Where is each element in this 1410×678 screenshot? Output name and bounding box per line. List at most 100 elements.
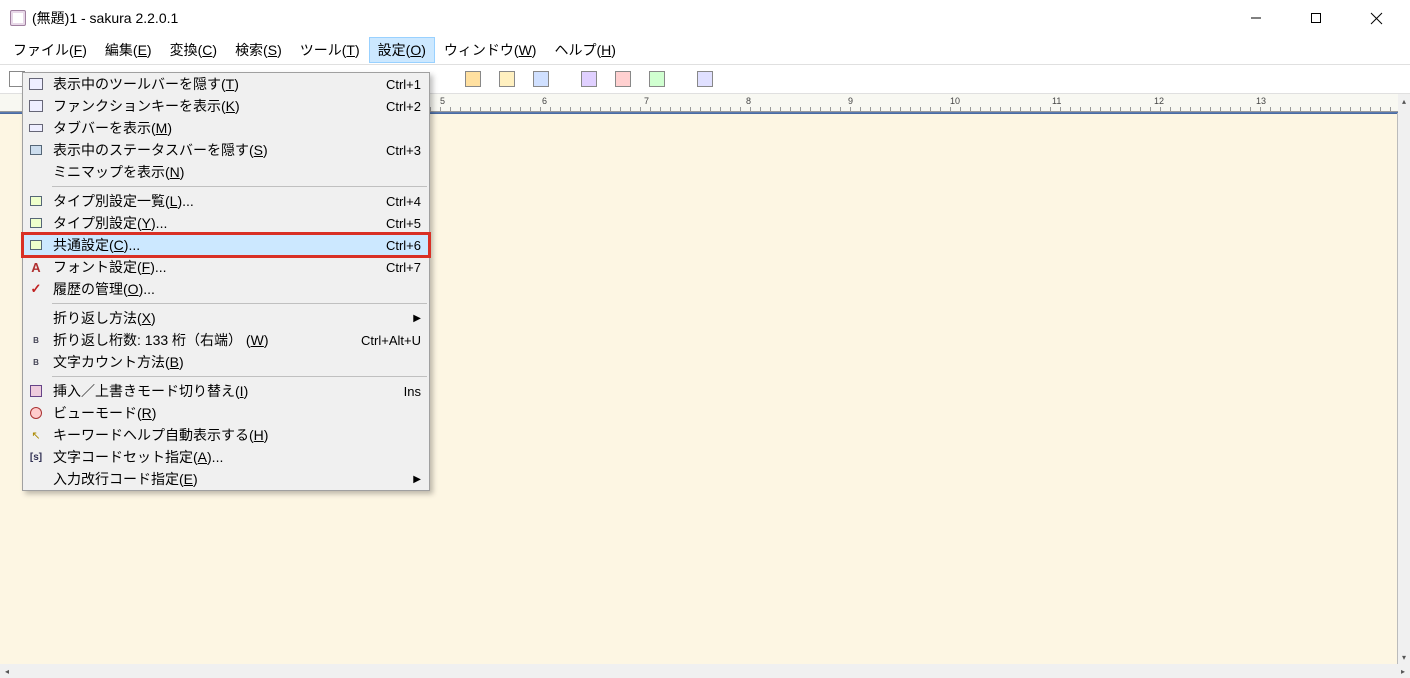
menu-item-8[interactable]: 共通設定(C)...Ctrl+6	[23, 234, 429, 256]
menu-item-label: キーワードヘルプ自動表示する(H)	[53, 425, 421, 445]
insert-mode-icon	[28, 383, 44, 399]
menu-item-7[interactable]: タイプ別設定(Y)...Ctrl+5	[23, 212, 429, 234]
font-icon: A	[28, 259, 44, 275]
settings-icon	[28, 193, 44, 209]
toolbar-icon-3[interactable]	[528, 67, 554, 91]
menu-item-17[interactable]: ビューモード(R)	[23, 402, 429, 424]
settings-icon	[28, 215, 44, 231]
menu-item-13[interactable]: B 折り返し桁数: 133 桁（右端） (W)Ctrl+Alt+U	[23, 329, 429, 351]
menu-item-19[interactable]: [s] 文字コードセット指定(A)...	[23, 446, 429, 468]
menu-item-label: タイプ別設定(Y)...	[53, 213, 386, 233]
settings-menu-dropdown: 表示中のツールバーを隠す(T)Ctrl+1ファンクションキーを表示(K)Ctrl…	[22, 72, 430, 491]
scroll-right-icon[interactable]: ▸	[1396, 664, 1410, 678]
statusbar-icon	[28, 142, 44, 158]
menu-separator	[52, 186, 427, 187]
ruler-mark: 13	[1256, 96, 1266, 106]
menu-item-20[interactable]: 入力改行コード指定(E)▶	[23, 468, 429, 490]
menu-shortcut: Ins	[404, 384, 421, 399]
toolbar-icon-6[interactable]	[644, 67, 670, 91]
menu-w[interactable]: ウィンドウ(W)	[435, 37, 546, 63]
ruler-mark: 6	[542, 96, 547, 106]
byte-icon: B	[28, 354, 44, 370]
menu-shortcut: Ctrl+5	[386, 216, 421, 231]
charset-icon: [s]	[28, 449, 44, 465]
menu-item-18[interactable]: ↖ キーワードヘルプ自動表示する(H)	[23, 424, 429, 446]
toolbar-icon-1[interactable]	[460, 67, 486, 91]
menu-shortcut: Ctrl+6	[386, 238, 421, 253]
menu-item-label: 入力改行コード指定(E)	[53, 469, 421, 489]
close-button[interactable]	[1346, 0, 1406, 36]
menu-item-label: 履歴の管理(O)...	[53, 279, 421, 299]
menu-item-label: 表示中のステータスバーを隠す(S)	[53, 140, 386, 160]
submenu-arrow-icon: ▶	[413, 313, 421, 324]
byte-icon: B	[28, 332, 44, 348]
menu-item-label: 折り返し方法(X)	[53, 308, 421, 328]
menu-shortcut: Ctrl+1	[386, 77, 421, 92]
check-icon: ✓	[28, 281, 44, 297]
menu-e[interactable]: 編集(E)	[96, 37, 161, 63]
scroll-down-icon[interactable]: ▾	[1398, 650, 1410, 664]
menu-item-9[interactable]: A フォント設定(F)...Ctrl+7	[23, 256, 429, 278]
toolbar-toggle-icon	[28, 76, 44, 92]
menu-item-label: タブバーを表示(M)	[53, 118, 421, 138]
ruler-mark: 11	[1052, 96, 1061, 106]
toolbar-icon-4[interactable]	[576, 67, 602, 91]
menu-c[interactable]: 変換(C)	[161, 37, 226, 63]
menu-item-label: ファンクションキーを表示(K)	[53, 96, 386, 116]
menu-f[interactable]: ファイル(F)	[4, 37, 96, 63]
menu-t[interactable]: ツール(T)	[291, 37, 369, 63]
ruler-mark: 9	[848, 96, 853, 106]
menu-o[interactable]: 設定(O)	[369, 37, 435, 63]
toolbar-icon-7[interactable]	[692, 67, 718, 91]
menu-item-6[interactable]: タイプ別設定一覧(L)...Ctrl+4	[23, 190, 429, 212]
menu-item-label: 折り返し桁数: 133 桁（右端） (W)	[53, 330, 361, 350]
pointer-icon: ↖	[28, 427, 44, 443]
menu-item-1[interactable]: ファンクションキーを表示(K)Ctrl+2	[23, 95, 429, 117]
menu-item-label: 表示中のツールバーを隠す(T)	[53, 74, 386, 94]
menu-item-label: ミニマップを表示(N)	[53, 162, 421, 182]
menu-bar: ファイル(F)編集(E)変換(C)検索(S)ツール(T)設定(O)ウィンドウ(W…	[0, 36, 1410, 64]
menu-item-label: 共通設定(C)...	[53, 235, 386, 255]
menu-shortcut: Ctrl+4	[386, 194, 421, 209]
readonly-icon	[28, 405, 44, 421]
menu-item-2[interactable]: タブバーを表示(M)	[23, 117, 429, 139]
scroll-up-icon[interactable]: ▴	[1398, 94, 1410, 108]
toolbar-icon-2[interactable]	[494, 67, 520, 91]
menu-item-4[interactable]: ミニマップを表示(N)	[23, 161, 429, 183]
menu-item-label: 文字カウント方法(B)	[53, 352, 421, 372]
menu-item-label: 挿入／上書きモード切り替え(I)	[53, 381, 404, 401]
menu-item-label: フォント設定(F)...	[53, 257, 386, 277]
ruler-mark: 8	[746, 96, 751, 106]
maximize-button[interactable]	[1286, 0, 1346, 36]
window-controls	[1226, 0, 1406, 36]
menu-item-label: ビューモード(R)	[53, 403, 421, 423]
menu-separator	[52, 303, 427, 304]
menu-shortcut: Ctrl+3	[386, 143, 421, 158]
vertical-scrollbar[interactable]: ▴ ▾	[1398, 94, 1410, 664]
toolbar-toggle-icon	[28, 98, 44, 114]
menu-item-12[interactable]: 折り返し方法(X)▶	[23, 307, 429, 329]
settings-icon	[28, 237, 44, 253]
menu-item-3[interactable]: 表示中のステータスバーを隠す(S)Ctrl+3	[23, 139, 429, 161]
menu-item-10[interactable]: ✓ 履歴の管理(O)...	[23, 278, 429, 300]
horizontal-scrollbar[interactable]: ◂ ▸	[0, 664, 1410, 678]
window-title: (無題)1 - sakura 2.2.0.1	[32, 8, 178, 28]
tab-icon	[28, 120, 44, 136]
menu-shortcut: Ctrl+7	[386, 260, 421, 275]
app-icon	[10, 10, 26, 26]
menu-s[interactable]: 検索(S)	[226, 37, 291, 63]
menu-shortcut: Ctrl+2	[386, 99, 421, 114]
scroll-left-icon[interactable]: ◂	[0, 664, 14, 678]
menu-item-label: 文字コードセット指定(A)...	[53, 447, 421, 467]
submenu-arrow-icon: ▶	[413, 474, 421, 485]
minimize-button[interactable]	[1226, 0, 1286, 36]
menu-item-14[interactable]: B 文字カウント方法(B)	[23, 351, 429, 373]
menu-item-0[interactable]: 表示中のツールバーを隠す(T)Ctrl+1	[23, 73, 429, 95]
ruler-mark: 5	[440, 96, 445, 106]
ruler-mark: 12	[1154, 96, 1164, 106]
ruler-mark: 10	[950, 96, 960, 106]
menu-h[interactable]: ヘルプ(H)	[545, 37, 624, 63]
menu-item-16[interactable]: 挿入／上書きモード切り替え(I)Ins	[23, 380, 429, 402]
toolbar-icon-5[interactable]	[610, 67, 636, 91]
menu-shortcut: Ctrl+Alt+U	[361, 333, 421, 348]
